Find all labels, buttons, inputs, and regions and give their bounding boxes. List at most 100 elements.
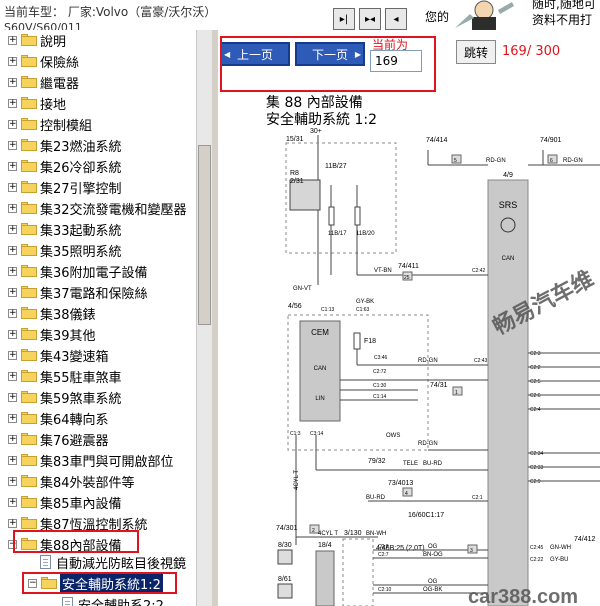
tree-item-child-doc[interactable]: 自動減光防眩目後視鏡: [40, 552, 186, 572]
label-6: 6: [550, 158, 553, 164]
mascot-logo: [455, 0, 514, 30]
document-icon: [62, 597, 73, 606]
header-bar: 当前车型： 厂家:Volvo（富豪/沃尔沃） S60V/S60/011 ▸| ▸…: [0, 0, 600, 30]
expand-icon[interactable]: +: [8, 434, 17, 444]
label-11b20: 11B/20: [356, 231, 375, 237]
scrollbar-thumb[interactable]: [198, 145, 211, 325]
expand-icon[interactable]: +: [8, 413, 17, 423]
folder-icon: [21, 76, 37, 88]
tree-item-20[interactable]: + 集83車門與可開啟部位: [8, 450, 174, 470]
watermark-url: car388.com: [468, 586, 578, 606]
tree-item-13[interactable]: + 集38儀錶: [8, 303, 96, 323]
tree-item-9[interactable]: + 集33起動系統: [8, 219, 122, 239]
pin-c2-33: C2:33: [530, 465, 544, 471]
tree-item-17[interactable]: + 集59煞車系統: [8, 387, 122, 407]
tree-item-label: 集43變速箱: [40, 349, 109, 365]
tree-item-11[interactable]: + 集36附加電子設備: [8, 261, 148, 281]
pin-c1-63: C1:63: [356, 307, 370, 313]
expand-icon[interactable]: +: [8, 476, 17, 486]
label-cem-lin: LIN: [315, 396, 324, 402]
label-srs: SRS: [499, 200, 518, 210]
expand-icon[interactable]: +: [8, 287, 17, 297]
tree-item-label: 集83車門與可開啟部位: [40, 454, 174, 470]
go-back-icon[interactable]: ◂: [385, 8, 407, 30]
document-viewer: ◀ 上一页 下一页 ▶ 当前为 169 跳转 169/ 300 集 88 內部設…: [218, 30, 600, 606]
expand-icon[interactable]: +: [8, 224, 17, 234]
label-4: 4: [405, 491, 408, 497]
label-15-31: 15/31: [286, 136, 304, 143]
label-og-1: OG: [428, 544, 438, 550]
pin-c1-3: C1:3: [290, 431, 301, 437]
tree-item-21[interactable]: + 集84外裝部件等: [8, 471, 135, 491]
tree-item-2[interactable]: + 繼電器: [8, 72, 79, 92]
pin-c2-10: C2:10: [378, 587, 392, 593]
expand-icon[interactable]: ▸◂: [359, 8, 381, 30]
tree-item-15[interactable]: + 集43變速箱: [8, 345, 109, 365]
expand-icon[interactable]: +: [8, 392, 17, 402]
folder-icon: [21, 328, 37, 340]
tree-item-0[interactable]: + 說明: [8, 30, 66, 50]
tree-item-5[interactable]: + 集23燃油系統: [8, 135, 122, 155]
tree-item-7[interactable]: + 集27引擎控制: [8, 177, 122, 197]
tree-item-label: 集37電路和保險絲: [40, 286, 148, 302]
tree-item-22[interactable]: + 集85車內設備: [8, 492, 122, 512]
expand-icon[interactable]: +: [8, 497, 17, 507]
jump-button[interactable]: 跳转: [456, 40, 496, 64]
label-73-4013: 73/4013: [388, 480, 413, 487]
expand-icon[interactable]: +: [8, 329, 17, 339]
expand-icon[interactable]: +: [8, 140, 17, 150]
expand-icon[interactable]: +: [8, 56, 17, 66]
expand-icon[interactable]: +: [8, 98, 17, 108]
expand-icon[interactable]: +: [8, 161, 17, 171]
vehicle-model: S60V/S60/011: [4, 22, 82, 30]
expand-icon[interactable]: +: [8, 455, 17, 465]
label-2: 2: [312, 528, 315, 534]
label-3: 3: [470, 548, 473, 554]
label-25: 25: [404, 275, 410, 281]
expand-icon[interactable]: +: [8, 245, 17, 255]
expand-icon[interactable]: +: [8, 350, 17, 360]
tree-item-grandchild[interactable]: 安全輔助系2:2: [62, 594, 164, 606]
tree-item-12[interactable]: + 集37電路和保險絲: [8, 282, 148, 302]
tree-item-4[interactable]: + 控制模組: [8, 114, 92, 134]
label-30: 30+: [310, 128, 322, 135]
expand-icon[interactable]: +: [8, 371, 17, 381]
expand-icon[interactable]: +: [8, 77, 17, 87]
tree-item-label: 繼電器: [40, 76, 80, 92]
highlight-box-toolbar: [220, 36, 436, 92]
expand-icon[interactable]: +: [8, 119, 17, 129]
pin-c2-9: C2:9: [530, 479, 541, 485]
tree-item-label: 集32交流發電機和變壓器: [40, 202, 187, 218]
label-8-61: 8/61: [278, 576, 292, 583]
pin-c2-1: C2:1: [472, 495, 483, 501]
tree-item-10[interactable]: + 集35照明系統: [8, 240, 122, 260]
tree-item-label: 集84外裝部件等: [40, 475, 135, 491]
tree-item-8[interactable]: + 集32交流發電機和變壓器: [8, 198, 187, 218]
tree-item-19[interactable]: + 集76避震器: [8, 429, 109, 449]
tree-item-1[interactable]: + 保險絲: [8, 51, 79, 71]
expand-icon[interactable]: +: [8, 518, 17, 528]
sidebar-tree[interactable]: + 說明 + 保險絲 + 繼電器 + 接地 + 控制模組 + 集23燃油系統 + 集26冷卻系統 + 集27引…: [0, 30, 196, 606]
expand-icon[interactable]: +: [8, 203, 17, 213]
tree-item-label: 集27引擎控制: [40, 181, 122, 197]
fuse-11b17: [328, 206, 335, 226]
document-icon: [40, 555, 51, 569]
label-5: 5: [454, 158, 457, 164]
comp-8-61: [277, 583, 293, 599]
tree-item-14[interactable]: + 集39其他: [8, 324, 96, 344]
expand-icon[interactable]: +: [8, 35, 17, 45]
label-74-412: 74/412: [574, 536, 596, 543]
tree-item-18[interactable]: + 集64轉向系: [8, 408, 109, 428]
tree-item-label: 集33起動系統: [40, 223, 122, 239]
sidebar-scrollbar[interactable]: [196, 30, 212, 606]
label-gy-bu: GY-BU: [550, 557, 568, 563]
expand-icon[interactable]: +: [8, 266, 17, 276]
tree-item-6[interactable]: + 集26冷卻系統: [8, 156, 122, 176]
label-74-301: 74/301: [276, 525, 298, 532]
tree-item-3[interactable]: + 接地: [8, 93, 66, 113]
expand-icon[interactable]: +: [8, 182, 17, 192]
go-first-icon[interactable]: ▸|: [333, 8, 355, 30]
tree-item-16[interactable]: + 集55駐車煞車: [8, 366, 122, 386]
folder-icon: [21, 349, 37, 361]
expand-icon[interactable]: +: [8, 308, 17, 318]
